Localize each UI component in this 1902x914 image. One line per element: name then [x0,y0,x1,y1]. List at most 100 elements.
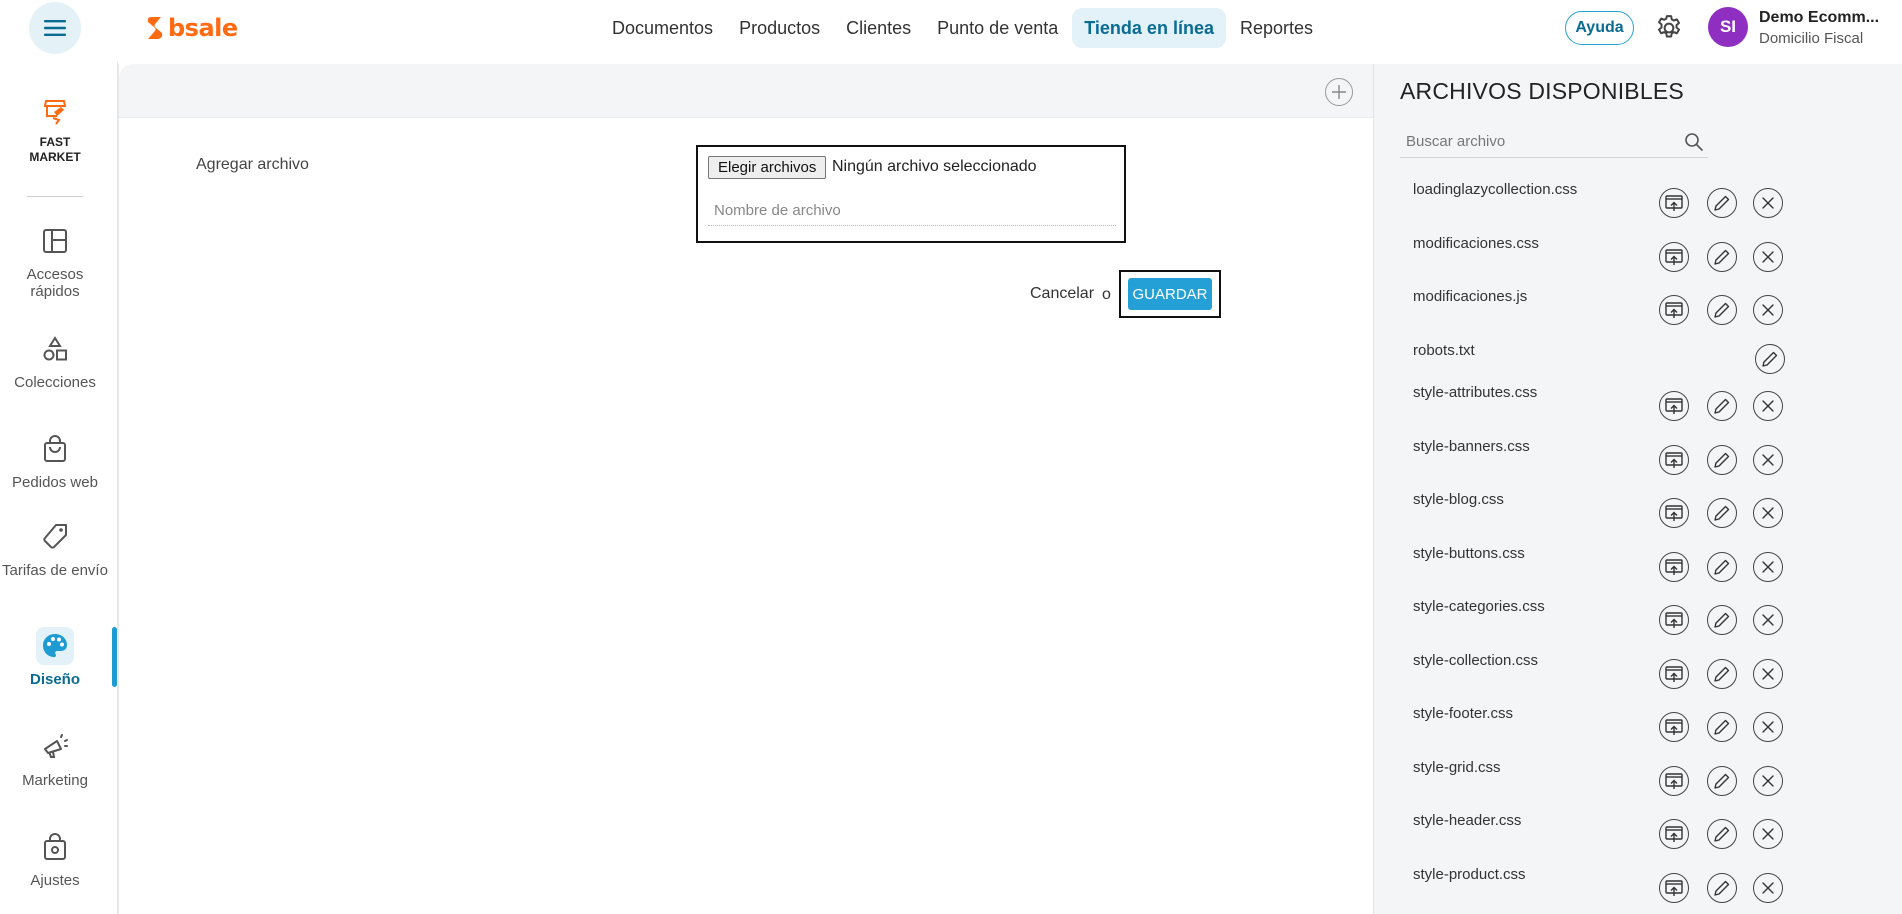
delete-file-button[interactable] [1753,766,1783,796]
file-name[interactable]: style-banners.css [1413,438,1530,455]
file-name[interactable]: style-buttons.css [1413,545,1525,562]
publish-file-button[interactable] [1659,188,1689,218]
delete-file-button[interactable] [1753,712,1783,742]
main-nav: Documentos Productos Clientes Punto de v… [600,8,1325,48]
filename-input[interactable] [708,196,1116,226]
publish-file-button[interactable] [1659,498,1689,528]
publish-file-button[interactable] [1659,445,1689,475]
sidebar-item-label: Colecciones [14,374,96,391]
edit-file-button[interactable] [1707,873,1737,903]
nav-clientes[interactable]: Clientes [834,8,923,48]
avatar[interactable]: SI [1708,7,1748,47]
delete-file-button[interactable] [1753,242,1783,272]
file-name[interactable]: style-attributes.css [1413,384,1537,401]
bsale-logo-icon [147,17,163,39]
bsale-logo[interactable]: bsale [146,12,238,44]
file-name[interactable]: style-header.css [1413,812,1521,829]
file-name[interactable]: modificaciones.js [1413,288,1527,305]
nav-productos[interactable]: Productos [727,8,832,48]
sidebar-item-pedidos-web[interactable]: Pedidos web [0,430,110,491]
help-button[interactable]: Ayuda [1565,11,1634,45]
sidebar-item-ajustes[interactable]: Ajustes [0,828,110,889]
upload-icon [1665,559,1683,575]
edit-file-button[interactable] [1755,344,1785,374]
save-button[interactable]: GUARDAR [1128,278,1212,310]
edit-file-button[interactable] [1707,552,1737,582]
upload-icon [1665,195,1683,211]
delete-file-button[interactable] [1753,445,1783,475]
file-upload-box: Elegir archivos Ningún archivo seleccion… [696,145,1126,243]
delete-file-button[interactable] [1753,391,1783,421]
edit-file-button[interactable] [1707,819,1737,849]
file-row: style-banners.css [1374,438,1902,478]
file-name[interactable]: style-categories.css [1413,598,1545,615]
file-row: style-grid.css [1374,759,1902,799]
close-icon [1762,882,1774,894]
pencil-icon [1714,559,1730,575]
publish-file-button[interactable] [1659,552,1689,582]
file-row: style-attributes.css [1374,384,1902,424]
delete-file-button[interactable] [1753,498,1783,528]
edit-file-button[interactable] [1707,295,1737,325]
sidebar-item-tarifas-de-envio[interactable]: Tarifas de envío [0,518,110,579]
publish-file-button[interactable] [1659,391,1689,421]
delete-file-button[interactable] [1753,873,1783,903]
gear-icon[interactable] [1654,13,1684,43]
cancel-link[interactable]: Cancelar [1030,285,1094,303]
sidebar-item-marketing[interactable]: Marketing [0,728,110,789]
edit-file-button[interactable] [1707,391,1737,421]
edit-file-button[interactable] [1707,188,1737,218]
edit-file-button[interactable] [1707,766,1737,796]
publish-file-button[interactable] [1659,873,1689,903]
delete-file-button[interactable] [1753,188,1783,218]
publish-file-button[interactable] [1659,819,1689,849]
file-name[interactable]: modificaciones.css [1413,235,1539,252]
nav-tienda-en-linea[interactable]: Tienda en línea [1072,8,1226,48]
publish-file-button[interactable] [1659,295,1689,325]
search-input[interactable] [1400,126,1680,156]
nav-punto-de-venta[interactable]: Punto de venta [925,8,1070,48]
publish-file-button[interactable] [1659,605,1689,635]
publish-file-button[interactable] [1659,766,1689,796]
edit-file-button[interactable] [1707,445,1737,475]
file-name[interactable]: style-collection.css [1413,652,1538,669]
sidebar-item-accesos-rapidos[interactable]: Accesos rápidos [0,222,110,300]
edit-file-button[interactable] [1707,498,1737,528]
edit-file-button[interactable] [1707,242,1737,272]
delete-file-button[interactable] [1753,819,1783,849]
pencil-icon [1714,719,1730,735]
file-name[interactable]: style-grid.css [1413,759,1501,776]
nav-reportes[interactable]: Reportes [1228,8,1325,48]
publish-file-button[interactable] [1659,712,1689,742]
tag-icon [43,524,67,549]
palette-icon [43,634,67,657]
files-panel: ARCHIVOS DISPONIBLES loadinglazycollecti… [1373,64,1902,914]
sidebar-item-colecciones[interactable]: Colecciones [0,330,110,391]
file-name[interactable]: style-footer.css [1413,705,1513,722]
file-name[interactable]: robots.txt [1413,342,1475,359]
file-name[interactable]: style-product.css [1413,866,1526,883]
edit-file-button[interactable] [1707,659,1737,689]
store-badge[interactable]: FAST MARKET [0,98,110,165]
delete-file-button[interactable] [1753,605,1783,635]
choose-files-button[interactable]: Elegir archivos [708,156,827,179]
file-name[interactable]: style-blog.css [1413,491,1504,508]
delete-file-button[interactable] [1753,552,1783,582]
menu-button[interactable] [29,2,81,54]
add-button[interactable] [1325,78,1353,106]
search-icon[interactable] [1684,132,1704,152]
file-row: style-categories.css [1374,598,1902,638]
pencil-icon [1714,612,1730,628]
edit-file-button[interactable] [1707,605,1737,635]
publish-file-button[interactable] [1659,242,1689,272]
sidebar-item-diseno[interactable]: Diseño [0,627,110,688]
account-info[interactable]: Demo Ecomm... Domicilio Fiscal [1759,9,1899,47]
file-row: style-buttons.css [1374,545,1902,585]
edit-file-button[interactable] [1707,712,1737,742]
delete-file-button[interactable] [1753,659,1783,689]
nav-documentos[interactable]: Documentos [600,8,725,48]
file-name[interactable]: loadinglazycollection.css [1413,181,1577,198]
publish-file-button[interactable] [1659,659,1689,689]
delete-file-button[interactable] [1753,295,1783,325]
sidebar-item-label: Marketing [22,772,88,789]
